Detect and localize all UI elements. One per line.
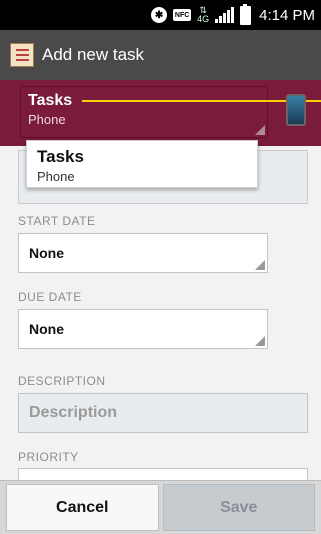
bottom-action-bar: Cancel Save [0, 480, 321, 534]
network-icon: ⇅ 4G [197, 5, 210, 24]
start-date-value: None [29, 245, 64, 261]
description-label: DESCRIPTION [18, 374, 106, 388]
task-list-icon [10, 43, 34, 67]
nfc-icon: NFC [173, 9, 192, 21]
start-date-field[interactable]: None [18, 233, 268, 273]
page-title: Add new task [42, 45, 145, 64]
save-button[interactable]: Save [162, 484, 315, 531]
status-time: 4:14 PM [259, 6, 315, 24]
signal-icon [215, 7, 235, 23]
priority-label: PRIORITY [18, 450, 79, 464]
start-date-corner-icon [255, 260, 265, 270]
dropdown-item-type: Phone [37, 169, 75, 184]
due-date-value: None [29, 321, 64, 337]
cancel-button[interactable]: Cancel [6, 484, 159, 531]
account-bar: Tasks Phone [0, 80, 321, 146]
action-bar: Add new task [0, 30, 321, 80]
spinner-corner-icon [255, 125, 265, 135]
due-date-label: DUE DATE [18, 290, 82, 304]
dropdown-item-name[interactable]: Tasks [37, 147, 84, 167]
account-dropdown[interactable]: Tasks Phone [26, 140, 258, 188]
description-input[interactable]: Description [18, 393, 308, 433]
start-date-label: START DATE [18, 214, 96, 228]
bluetooth-icon: ✱ [151, 7, 168, 23]
status-bar: ✱ NFC ⇅ 4G 4:14 PM [0, 0, 321, 30]
phone-icon [286, 94, 306, 126]
description-placeholder: Description [29, 404, 118, 421]
battery-icon [240, 3, 252, 25]
account-name: Tasks [28, 92, 73, 109]
account-type: Phone [28, 112, 66, 127]
due-date-field[interactable]: None [18, 309, 268, 349]
due-date-corner-icon [255, 336, 265, 346]
